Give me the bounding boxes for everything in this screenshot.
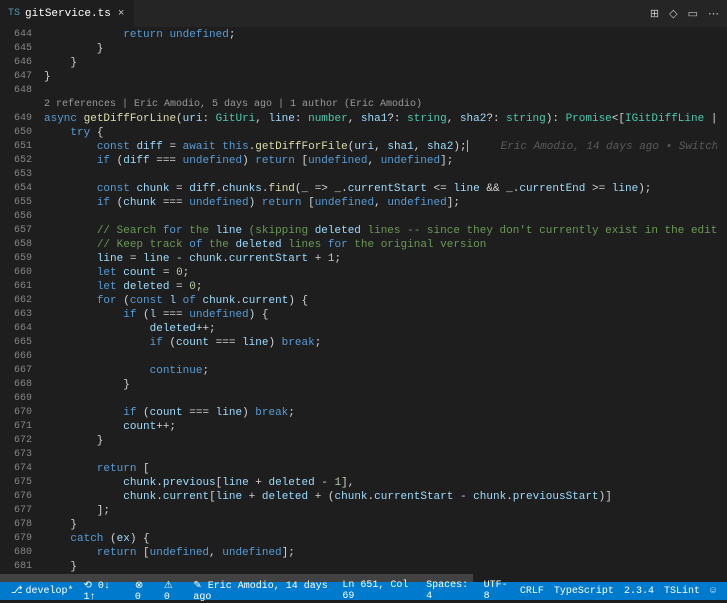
more-icon[interactable]: ⋯ bbox=[708, 7, 719, 21]
feedback-icon[interactable]: ☺ bbox=[705, 580, 721, 603]
editor[interactable]: 6446456466476486496506516526536546556566… bbox=[0, 28, 727, 574]
branch-indicator[interactable]: develop* bbox=[6, 585, 79, 597]
blame-status[interactable]: ✎ Eric Amodio, 14 days ago bbox=[188, 580, 337, 603]
branch-icon bbox=[11, 585, 23, 597]
diff-icon[interactable]: ◇ bbox=[669, 7, 677, 21]
encoding[interactable]: UTF-8 bbox=[479, 580, 515, 603]
sync-status[interactable]: ⟲ 0↓ 1↑ bbox=[79, 580, 130, 603]
minimap[interactable] bbox=[717, 28, 727, 574]
warnings-count[interactable]: ⚠ 0 bbox=[159, 580, 189, 603]
errors-count[interactable]: ⊗ 0 bbox=[130, 580, 159, 603]
close-icon[interactable]: × bbox=[116, 8, 127, 20]
status-bar: develop* ⟲ 0↓ 1↑ ⊗ 0 ⚠ 0 ✎ Eric Amodio, … bbox=[0, 582, 727, 600]
split-icon[interactable]: ▭ bbox=[688, 7, 698, 21]
indentation[interactable]: Spaces: 4 bbox=[421, 580, 478, 603]
compare-icon[interactable]: ⊞ bbox=[650, 7, 659, 21]
typescript-icon: TS bbox=[8, 8, 20, 19]
editor-actions: ⊞ ◇ ▭ ⋯ bbox=[650, 7, 727, 21]
line-gutter: 6446456466476486496506516526536546556566… bbox=[0, 28, 40, 574]
tslint[interactable]: TSLint bbox=[659, 580, 705, 603]
eol[interactable]: CRLF bbox=[515, 580, 549, 603]
code-content[interactable]: return undefined; } }}2 references | Eri… bbox=[40, 28, 717, 574]
ts-version[interactable]: 2.3.4 bbox=[619, 580, 659, 603]
language-mode[interactable]: TypeScript bbox=[549, 580, 619, 603]
tab-gitservice[interactable]: TS gitService.ts × bbox=[0, 0, 135, 27]
tab-bar: TS gitService.ts × ⊞ ◇ ▭ ⋯ bbox=[0, 0, 727, 28]
tab-filename: gitService.ts bbox=[25, 8, 111, 20]
cursor-position[interactable]: Ln 651, Col 69 bbox=[337, 580, 421, 603]
